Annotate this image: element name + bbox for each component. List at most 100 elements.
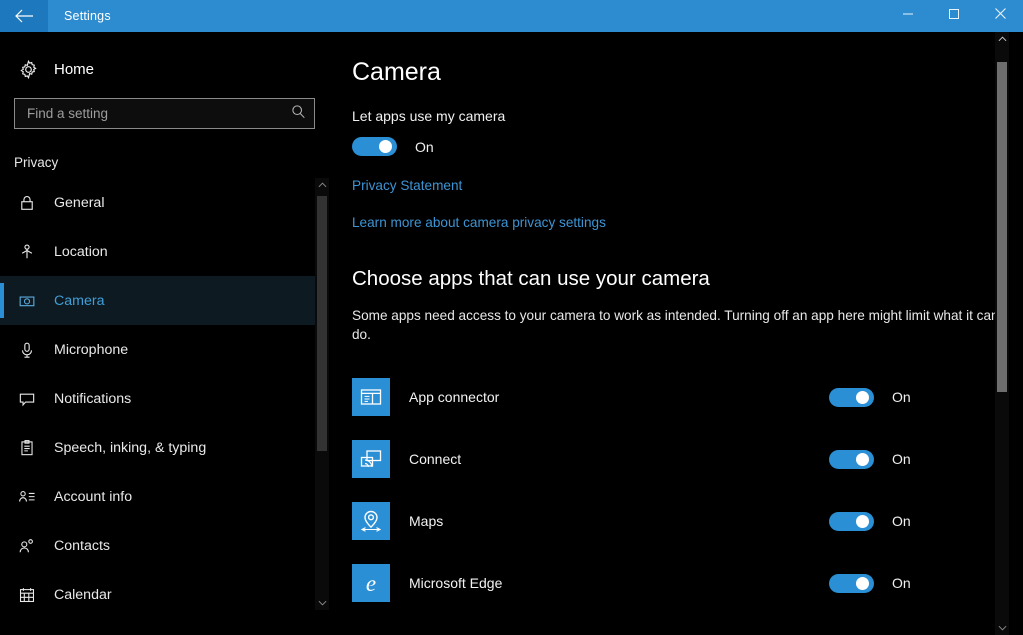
sidebar-item-label: Notifications	[54, 391, 131, 407]
sidebar-home-label: Home	[54, 61, 94, 78]
content-scroll-thumb[interactable]	[997, 62, 1007, 392]
toggle-knob	[856, 391, 869, 404]
notification-banner-icon	[18, 390, 50, 408]
app-toggle-state: On	[892, 575, 911, 591]
close-button[interactable]	[977, 0, 1023, 32]
contacts-icon	[18, 537, 50, 555]
sidebar-scroll-track[interactable]	[315, 192, 329, 596]
sidebar: Home Privacy	[0, 32, 329, 635]
sidebar-item-calendar[interactable]: Calendar	[0, 570, 329, 610]
sidebar-item-label: Microphone	[54, 342, 128, 358]
sidebar-item-label: Calendar	[54, 587, 112, 603]
sidebar-section-label: Privacy	[0, 129, 329, 178]
app-permission-list: App connector On Connect	[352, 344, 1009, 614]
main-setting-row: On	[352, 124, 1009, 156]
app-toggle-group: On	[829, 512, 1009, 531]
app-toggle-state: On	[892, 513, 911, 529]
chevron-up-icon[interactable]	[318, 178, 327, 192]
sidebar-item-notifications[interactable]: Notifications	[0, 374, 329, 423]
list-item: App connector On	[352, 366, 1009, 428]
close-icon	[994, 7, 1007, 25]
sidebar-item-label: Speech, inking, & typing	[54, 440, 206, 456]
calendar-icon	[18, 586, 50, 604]
sidebar-item-label: Location	[54, 244, 108, 260]
app-toggle-group: On	[829, 388, 1009, 407]
apps-section-description: Some apps need access to your camera to …	[352, 291, 1009, 344]
sidebar-item-contacts[interactable]: Contacts	[0, 521, 329, 570]
clipboard-icon	[18, 439, 50, 457]
app-name: Maps	[409, 513, 829, 529]
search-input[interactable]	[15, 99, 314, 128]
gear-icon	[18, 59, 48, 80]
maximize-icon	[948, 7, 960, 25]
content-pane: Camera Let apps use my camera On Privacy…	[329, 32, 1009, 635]
sidebar-item-microphone[interactable]: Microphone	[0, 325, 329, 374]
app-toggle[interactable]	[829, 450, 874, 469]
back-button[interactable]	[0, 0, 48, 32]
apps-section-heading: Choose apps that can use your camera	[352, 230, 1009, 291]
window-body: Home Privacy	[0, 32, 1023, 635]
sidebar-item-general[interactable]: General	[0, 178, 329, 227]
sidebar-scrollbar[interactable]	[315, 178, 329, 610]
list-item: Maps On	[352, 490, 1009, 552]
search-container	[0, 92, 329, 129]
search-icon	[291, 104, 306, 124]
list-item: Connect On	[352, 428, 1009, 490]
camera-icon	[18, 292, 50, 310]
sidebar-item-speech-inking-typing[interactable]: Speech, inking, & typing	[0, 423, 329, 472]
content-scrollbar[interactable]	[995, 32, 1009, 635]
maximize-button[interactable]	[931, 0, 977, 32]
back-arrow-icon	[14, 9, 34, 23]
maps-pin-icon	[352, 502, 390, 540]
app-connector-icon	[352, 378, 390, 416]
sidebar-item-home[interactable]: Home	[0, 46, 329, 92]
main-setting-label: Let apps use my camera	[352, 87, 1009, 124]
list-item: e Microsoft Edge On	[352, 552, 1009, 614]
app-toggle-group: On	[829, 574, 1009, 593]
edge-icon: e	[352, 564, 390, 602]
content-scroll-track[interactable]	[995, 46, 1009, 621]
connect-cast-icon	[352, 440, 390, 478]
app-toggle[interactable]	[829, 512, 874, 531]
app-toggle-state: On	[892, 451, 911, 467]
toggle-knob	[856, 577, 869, 590]
app-name: App connector	[409, 389, 829, 405]
app-toggle[interactable]	[829, 388, 874, 407]
camera-master-toggle-state: On	[415, 139, 434, 155]
settings-window: Settings	[0, 0, 1023, 635]
sidebar-item-account-info[interactable]: Account info	[0, 472, 329, 521]
search-box[interactable]	[14, 98, 315, 129]
app-toggle-state: On	[892, 389, 911, 405]
sidebar-item-label: Account info	[54, 489, 132, 505]
app-name: Microsoft Edge	[409, 575, 829, 591]
sidebar-item-label: Contacts	[54, 538, 110, 554]
minimize-icon	[902, 7, 914, 25]
toggle-knob	[856, 453, 869, 466]
learn-more-link[interactable]: Learn more about camera privacy settings	[352, 193, 606, 230]
sidebar-nav-list: General Location	[0, 178, 329, 610]
minimize-button[interactable]	[885, 0, 931, 32]
chevron-up-icon[interactable]	[998, 32, 1007, 46]
sidebar-item-camera[interactable]: Camera	[0, 276, 329, 325]
sidebar-item-label: General	[54, 195, 104, 211]
toggle-knob	[856, 515, 869, 528]
privacy-statement-link[interactable]: Privacy Statement	[352, 156, 462, 193]
microphone-icon	[18, 341, 50, 359]
sidebar-scroll-thumb[interactable]	[317, 196, 327, 451]
camera-master-toggle[interactable]	[352, 137, 397, 156]
title-bar: Settings	[0, 0, 1023, 32]
location-person-icon	[18, 243, 50, 261]
sidebar-item-location[interactable]: Location	[0, 227, 329, 276]
selection-accent-bar	[0, 283, 4, 318]
page-title: Camera	[352, 32, 1009, 87]
svg-text:e: e	[366, 571, 376, 596]
app-name: Connect	[409, 451, 829, 467]
chevron-down-icon[interactable]	[998, 621, 1007, 635]
toggle-knob	[379, 140, 392, 153]
window-title: Settings	[48, 0, 111, 32]
app-toggle[interactable]	[829, 574, 874, 593]
sidebar-item-label: Camera	[54, 293, 104, 309]
window-controls	[885, 0, 1023, 32]
app-toggle-group: On	[829, 450, 1009, 469]
chevron-down-icon[interactable]	[318, 596, 327, 610]
